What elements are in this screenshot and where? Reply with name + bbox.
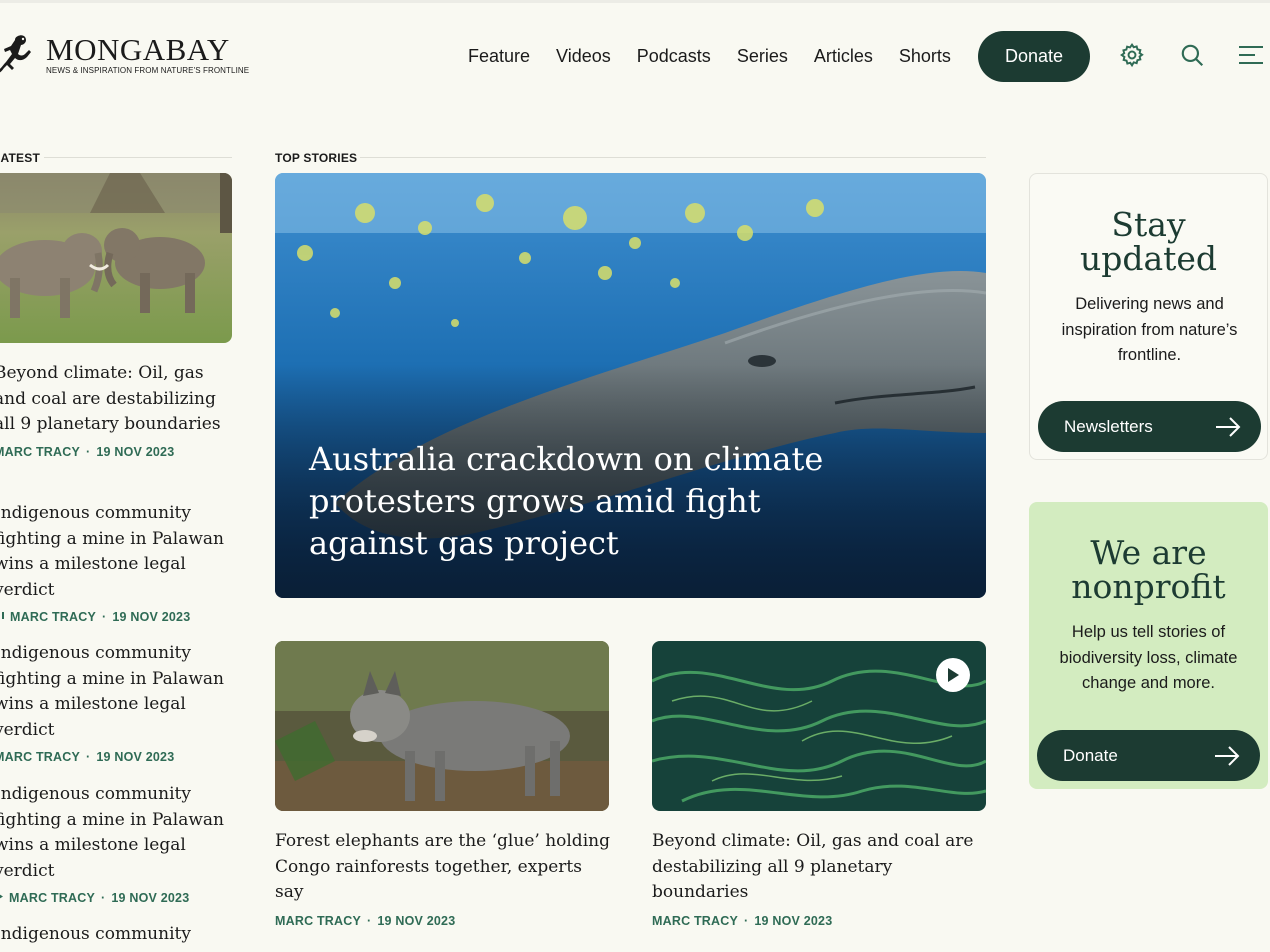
latest-item-meta: MARC TRACY · 19 NOV 2023 bbox=[0, 445, 234, 459]
date: 19 NOV 2023 bbox=[754, 914, 833, 928]
main-nav: Feature Videos Podcasts Series Articles … bbox=[468, 44, 977, 68]
button-label: Donate bbox=[1063, 745, 1118, 765]
nav-item-series[interactable]: Series bbox=[737, 44, 788, 68]
donate-widget-button[interactable]: Donate bbox=[1037, 730, 1260, 781]
list-item[interactable]: Indigenous community bbox=[0, 922, 234, 948]
latest-item-title[interactable]: Indigenous community fighting a mine in … bbox=[0, 782, 234, 884]
card-algae-image[interactable] bbox=[652, 641, 986, 811]
nav-item-feature[interactable]: Feature bbox=[468, 44, 530, 68]
widget-title-line2: updated bbox=[1079, 239, 1218, 278]
latest-item-meta: MARC TRACY · 19 NOV 2023 bbox=[0, 891, 234, 905]
button-label: Newsletters bbox=[1064, 416, 1153, 436]
nav-item-articles[interactable]: Articles bbox=[814, 44, 873, 68]
date: 19 NOV 2023 bbox=[111, 891, 190, 905]
nav-item-podcasts[interactable]: Podcasts bbox=[637, 44, 711, 68]
menu-icon[interactable] bbox=[1236, 40, 1266, 70]
hero-story[interactable]: Australia crackdown on climate protester… bbox=[275, 173, 986, 598]
newsletters-button[interactable]: Newsletters bbox=[1038, 401, 1261, 452]
widget-text: Delivering news and inspiration from nat… bbox=[1061, 295, 1238, 364]
logo[interactable]: MONGABAY NEWS & INSPIRATION FROM NATURE'… bbox=[0, 30, 249, 80]
author[interactable]: MARC TRACY bbox=[275, 914, 361, 928]
author[interactable]: MARC TRACY bbox=[652, 914, 738, 928]
top-stories-label: TOP STORIES bbox=[275, 151, 358, 165]
latest-item-title[interactable]: Indigenous community bbox=[0, 922, 234, 948]
latest-divider bbox=[44, 157, 232, 158]
arrow-right-icon bbox=[1216, 416, 1241, 437]
author[interactable]: MARC TRACY bbox=[9, 891, 95, 905]
widget-text: Help us tell stories of biodiversity los… bbox=[1059, 623, 1238, 692]
list-item[interactable]: Beyond climate: Oil, gas and coal are de… bbox=[0, 361, 234, 459]
widget-title-line1: We are bbox=[1090, 533, 1207, 572]
card-title[interactable]: Beyond climate: Oil, gas and coal are de… bbox=[652, 829, 988, 906]
latest-item-title[interactable]: Beyond climate: Oil, gas and coal are de… bbox=[0, 361, 234, 438]
list-item[interactable]: Indigenous community fighting a mine in … bbox=[0, 641, 234, 764]
audio-icon bbox=[0, 610, 4, 624]
card-meta: MARC TRACY · 19 NOV 2023 bbox=[652, 914, 833, 928]
card-wolf-image[interactable] bbox=[275, 641, 609, 811]
latest-item-meta: MARC TRACY · 19 NOV 2023 bbox=[0, 610, 234, 624]
widget-title-line2: nonprofit bbox=[1071, 567, 1226, 606]
list-item[interactable]: Indigenous community fighting a mine in … bbox=[0, 782, 234, 905]
nav-item-videos[interactable]: Videos bbox=[556, 44, 611, 68]
date: 19 NOV 2023 bbox=[112, 610, 191, 624]
hero-title[interactable]: Australia crackdown on climate protester… bbox=[309, 438, 849, 564]
latest-item-title[interactable]: Indigenous community fighting a mine in … bbox=[0, 501, 234, 603]
date: 19 NOV 2023 bbox=[377, 914, 456, 928]
gecko-logo-icon bbox=[0, 35, 31, 73]
nav-item-shorts[interactable]: Shorts bbox=[899, 44, 951, 68]
list-item[interactable]: Indigenous community fighting a mine in … bbox=[0, 501, 234, 624]
arrow-right-icon bbox=[1215, 745, 1240, 766]
author[interactable]: MARC TRACY bbox=[10, 610, 96, 624]
brand-name: MONGABAY bbox=[46, 32, 230, 67]
donate-button[interactable]: Donate bbox=[978, 31, 1090, 82]
play-icon bbox=[0, 891, 3, 905]
search-icon[interactable] bbox=[1177, 40, 1207, 70]
latest-elephants-image[interactable] bbox=[0, 173, 232, 343]
card-title[interactable]: Forest elephants are the ‘glue’ holding … bbox=[275, 829, 611, 906]
nonprofit-widget: We are nonprofit Help us tell stories of… bbox=[1029, 502, 1268, 789]
date: 19 NOV 2023 bbox=[96, 444, 175, 459]
play-icon[interactable] bbox=[936, 658, 970, 692]
latest-item-title[interactable]: Indigenous community fighting a mine in … bbox=[0, 641, 234, 743]
top-stories-divider bbox=[360, 157, 986, 158]
newsletter-widget: Stay updated Delivering news and inspira… bbox=[1029, 173, 1268, 460]
latest-item-meta: MARC TRACY · 19 NOV 2023 bbox=[0, 750, 234, 764]
author[interactable]: MARC TRACY bbox=[0, 445, 80, 459]
top-border bbox=[0, 0, 1270, 3]
gear-icon[interactable] bbox=[1117, 40, 1147, 70]
widget-title-line1: Stay bbox=[1111, 205, 1186, 244]
card-meta: MARC TRACY · 19 NOV 2023 bbox=[275, 914, 456, 928]
latest-label: LATEST bbox=[0, 151, 40, 165]
brand-tagline: NEWS & INSPIRATION FROM NATURE'S FRONTLI… bbox=[46, 66, 250, 75]
date: 19 NOV 2023 bbox=[96, 750, 175, 764]
author[interactable]: MARC TRACY bbox=[0, 750, 80, 764]
